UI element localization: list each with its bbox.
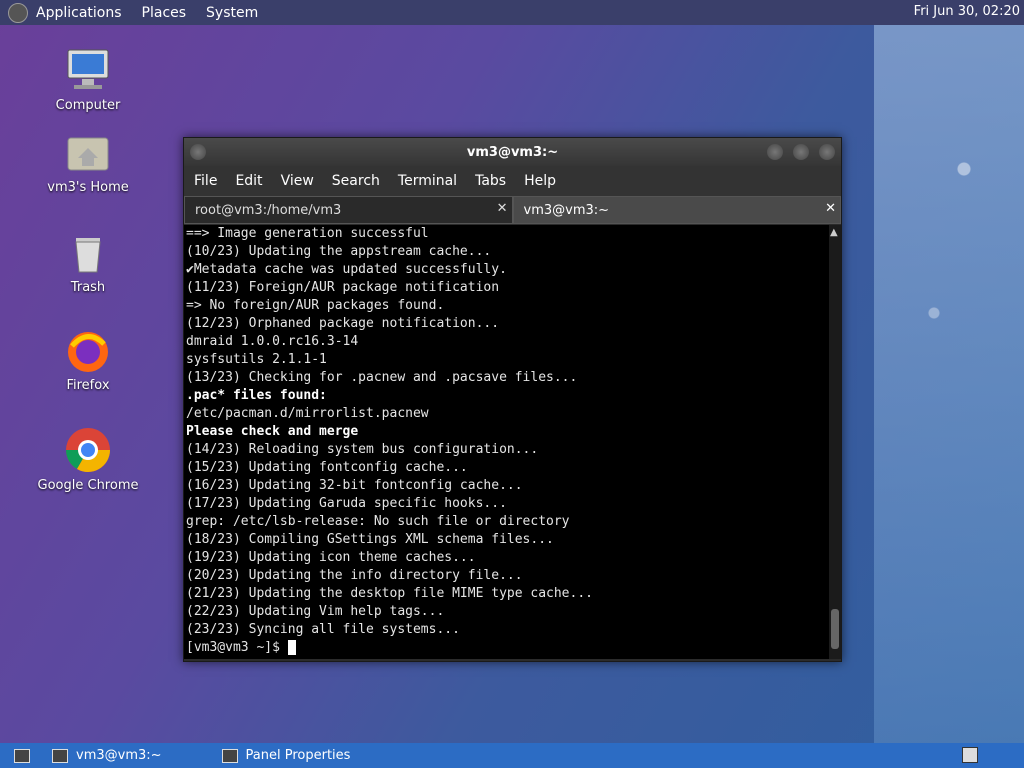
menu-edit[interactable]: Edit	[235, 173, 262, 189]
menu-system[interactable]: System	[206, 5, 258, 21]
tab-vm3[interactable]: vm3@vm3:~ ✕	[512, 196, 841, 224]
panel-properties-icon	[221, 748, 238, 763]
menu-search[interactable]: Search	[332, 173, 380, 189]
terminal-menubar: File Edit View Search Terminal Tabs Help	[184, 166, 841, 196]
tab-label: vm3@vm3:~	[523, 203, 610, 218]
show-desktop-button[interactable]	[14, 748, 38, 763]
desktop-icon-label: Google Chrome	[37, 478, 139, 493]
tab-close-icon[interactable]: ✕	[497, 201, 508, 216]
terminal-line: (15/23) Updating fontconfig cache...	[186, 460, 468, 475]
terminal-prompt: [vm3@vm3 ~]$	[186, 639, 829, 657]
menu-places[interactable]: Places	[142, 5, 187, 21]
clock[interactable]: Fri Jun 30, 02:20	[914, 4, 1020, 19]
terminal-line: dmraid 1.0.0.rc16.3-14	[186, 334, 359, 349]
terminal-line: => No foreign/AUR packages found.	[186, 298, 445, 313]
terminal-line: (10/23) Updating the appstream cache...	[186, 244, 492, 259]
close-icon[interactable]	[819, 144, 835, 160]
scrollbar[interactable]: ▲	[829, 225, 841, 659]
taskbar-label: Panel Properties	[245, 748, 351, 763]
terminal-output[interactable]: ==> Image generation successful (10/23) U…	[184, 225, 829, 659]
terminal-tabs: root@vm3:/home/vm3 ✕ vm3@vm3:~ ✕	[184, 196, 841, 224]
taskbar-item-panel-properties[interactable]: Panel Properties	[221, 748, 351, 763]
workspace-switcher[interactable]	[962, 747, 978, 763]
desktop-icon-label: Firefox	[66, 378, 110, 393]
tab-label: root@vm3:/home/vm3	[195, 203, 342, 218]
terminal-line: (21/23) Updating the desktop file MIME t…	[186, 586, 593, 601]
desktop-icon-label: vm3's Home	[47, 180, 129, 195]
desktop-icon-chrome[interactable]: Google Chrome	[28, 426, 148, 493]
desktop-icon-label: Trash	[70, 280, 106, 295]
menu-file[interactable]: File	[194, 173, 217, 189]
desktop-icon-trash[interactable]: Trash	[28, 228, 148, 295]
terminal-line: (18/23) Compiling GSettings XML schema f…	[186, 532, 554, 547]
trash-icon	[64, 228, 112, 276]
scrollbar-thumb[interactable]	[831, 609, 839, 649]
terminal-line: (12/23) Orphaned package notification...	[186, 316, 500, 331]
terminal-line: /etc/pacman.d/mirrorlist.pacnew	[186, 406, 429, 421]
distro-logo-icon[interactable]	[8, 2, 28, 23]
prompt-text: [vm3@vm3 ~]$	[186, 640, 288, 655]
terminal-line: (22/23) Updating Vim help tags...	[186, 604, 445, 619]
terminal-line: (16/23) Updating 32-bit fontconfig cache…	[186, 478, 523, 493]
terminal-line: sysfsutils 2.1.1-1	[186, 352, 327, 367]
home-folder-icon	[64, 128, 112, 176]
menu-tabs[interactable]: Tabs	[475, 173, 506, 189]
terminal-line: (20/23) Updating the info directory file…	[186, 568, 523, 583]
taskbar-label: vm3@vm3:~	[76, 748, 162, 763]
top-panel: Applications Places System Fri Jun 30, 0…	[0, 0, 1024, 25]
desktop-icon-firefox[interactable]: Firefox	[28, 326, 148, 393]
show-desktop-icon	[14, 748, 30, 763]
terminal-line: (23/23) Syncing all file systems...	[186, 622, 460, 637]
bottom-panel: vm3@vm3:~ Panel Properties	[0, 743, 1024, 768]
chrome-icon	[64, 426, 112, 474]
terminal-icon	[52, 748, 68, 763]
terminal-line: (17/23) Updating Garuda specific hooks..…	[186, 496, 507, 511]
desktop-icon-label: Computer	[55, 98, 121, 113]
computer-icon	[64, 46, 112, 94]
terminal-line: .pac* files found:	[186, 388, 327, 403]
desktop-icon-home[interactable]: vm3's Home	[28, 128, 148, 195]
desktop-icon-computer[interactable]: Computer	[28, 46, 148, 113]
terminal-line: ✔Metadata cache was updated successfully…	[186, 262, 507, 277]
terminal-line: (14/23) Reloading system bus configurati…	[186, 442, 539, 457]
terminal-line: ==> Image generation successful	[186, 226, 429, 241]
maximize-icon[interactable]	[793, 144, 809, 160]
minimize-icon[interactable]	[767, 144, 783, 160]
window-menu-icon[interactable]	[190, 144, 206, 160]
terminal-window: vm3@vm3:~ File Edit View Search Terminal…	[183, 137, 842, 662]
menu-help[interactable]: Help	[524, 173, 556, 189]
firefox-icon	[64, 326, 112, 374]
wallpaper-bubbles	[874, 25, 1024, 745]
menu-terminal[interactable]: Terminal	[398, 173, 457, 189]
tab-root[interactable]: root@vm3:/home/vm3 ✕	[184, 196, 513, 224]
scroll-up-icon[interactable]: ▲	[830, 227, 838, 238]
terminal-line: (13/23) Checking for .pacnew and .pacsav…	[186, 370, 578, 385]
terminal-line: grep: /etc/lsb-release: No such file or …	[186, 514, 570, 529]
terminal-line: (11/23) Foreign/AUR package notification	[186, 280, 500, 295]
text-cursor	[287, 640, 296, 655]
menu-applications[interactable]: Applications	[36, 5, 122, 21]
taskbar-item-terminal[interactable]: vm3@vm3:~	[52, 748, 162, 763]
window-title: vm3@vm3:~	[466, 144, 559, 160]
menu-view[interactable]: View	[281, 173, 314, 189]
window-titlebar[interactable]: vm3@vm3:~	[184, 138, 841, 166]
terminal-line: (19/23) Updating icon theme caches...	[186, 550, 476, 565]
tab-close-icon[interactable]: ✕	[825, 201, 836, 216]
terminal-line: Please check and merge	[186, 424, 359, 439]
